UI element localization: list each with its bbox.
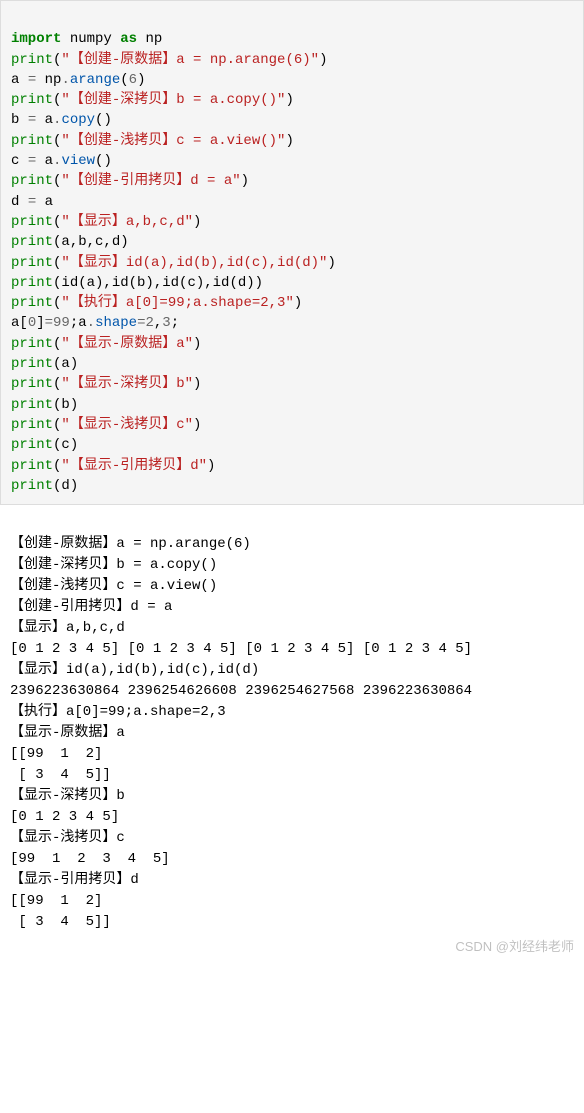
code-line-19: print(b) xyxy=(11,397,78,413)
output-line: 【创建-引用拷贝】d = a xyxy=(10,599,172,615)
output-line: 【执行】a[0]=99;a.shape=2,3 xyxy=(10,704,226,720)
code-line-6: print("【创建-浅拷贝】c = a.view()") xyxy=(11,133,294,149)
output-line: 2396223630864 2396254626608 239625462756… xyxy=(10,683,472,699)
code-line-10: print("【显示】a,b,c,d") xyxy=(11,214,201,230)
code-line-20: print("【显示-浅拷贝】c") xyxy=(11,417,201,433)
code-line-9: d = a xyxy=(11,194,53,210)
code-line-14: print("【执行】a[0]=99;a.shape=2,3") xyxy=(11,295,302,311)
code-line-22: print("【显示-引用拷贝】d") xyxy=(11,458,215,474)
code-line-18: print("【显示-深拷贝】b") xyxy=(11,376,201,392)
output-line: 【显示-引用拷贝】d xyxy=(10,872,139,888)
output-line: 【显示】id(a),id(b),id(c),id(d) xyxy=(10,662,259,678)
code-line-11: print(a,b,c,d) xyxy=(11,234,129,250)
output-line: [[99 1 2] [ 3 4 5]] xyxy=(10,893,111,930)
code-line-7: c = a.view() xyxy=(11,153,112,169)
output-line: 【显示-浅拷贝】c xyxy=(10,830,125,846)
code-line-15: a[0]=99;a.shape=2,3; xyxy=(11,315,179,331)
output-line: [99 1 2 3 4 5] xyxy=(10,851,170,867)
code-line-23: print(d) xyxy=(11,478,78,494)
output-line: [[99 1 2] [ 3 4 5]] xyxy=(10,746,111,783)
output-line: 【创建-原数据】a = np.arange(6) xyxy=(10,536,251,552)
output-line: 【创建-浅拷贝】c = a.view() xyxy=(10,578,217,594)
code-line-8: print("【创建-引用拷贝】d = a") xyxy=(11,173,249,189)
code-line-1: import numpy as np xyxy=(11,31,162,47)
output-line: [0 1 2 3 4 5] xyxy=(10,809,119,825)
code-line-2: print("【创建-原数据】a = np.arange(6)") xyxy=(11,52,327,68)
output-line: 【显示】a,b,c,d xyxy=(10,620,125,636)
code-line-12: print("【显示】id(a),id(b),id(c),id(d)") xyxy=(11,255,336,271)
output-line: 【显示-深拷贝】b xyxy=(10,788,125,804)
output-line: 【创建-深拷贝】b = a.copy() xyxy=(10,557,217,573)
output-block: 【创建-原数据】a = np.arange(6) 【创建-深拷贝】b = a.c… xyxy=(0,505,584,962)
code-line-21: print(c) xyxy=(11,437,78,453)
code-line-3: a = np.arange(6) xyxy=(11,72,145,88)
watermark: CSDN @刘经纬老师 xyxy=(455,937,574,957)
code-line-16: print("【显示-原数据】a") xyxy=(11,336,201,352)
code-line-5: b = a.copy() xyxy=(11,112,112,128)
output-line: [0 1 2 3 4 5] [0 1 2 3 4 5] [0 1 2 3 4 5… xyxy=(10,641,472,657)
code-line-17: print(a) xyxy=(11,356,78,372)
code-line-4: print("【创建-深拷贝】b = a.copy()") xyxy=(11,92,294,108)
output-line: 【显示-原数据】a xyxy=(10,725,125,741)
code-block: import numpy as np print("【创建-原数据】a = np… xyxy=(0,0,584,505)
code-line-13: print(id(a),id(b),id(c),id(d)) xyxy=(11,275,263,291)
